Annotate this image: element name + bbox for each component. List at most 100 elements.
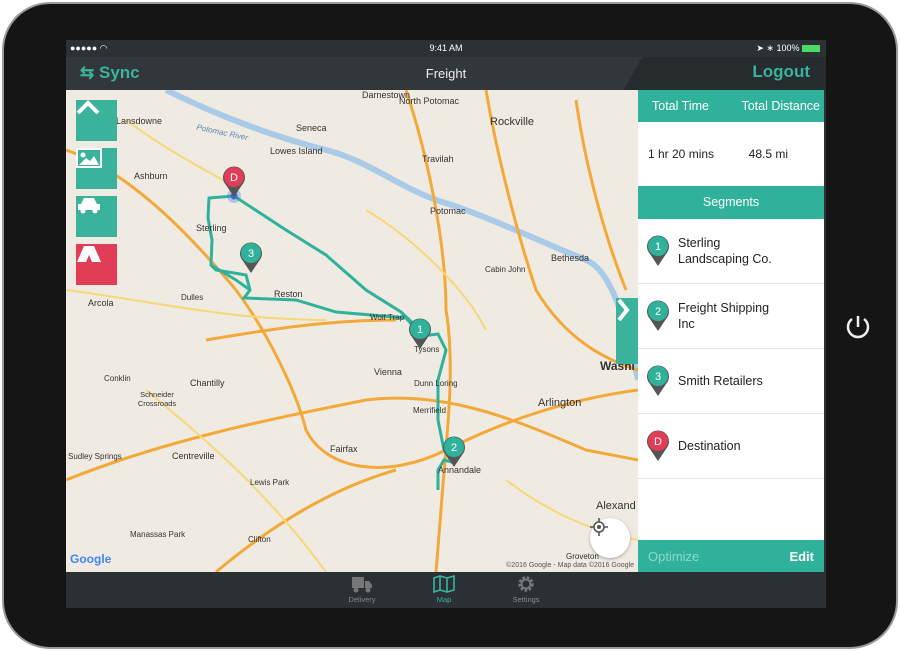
place-label: Clifton xyxy=(248,535,271,544)
segment-item[interactable]: D Destination xyxy=(638,414,824,479)
place-label: Lansdowne xyxy=(116,116,163,126)
totals-header: Total Time Total Distance xyxy=(638,90,824,122)
place-label: Cabin John xyxy=(485,265,526,274)
marker-label: 1 xyxy=(417,324,423,336)
map-view[interactable]: Darnestown North Potomac Rockville Lansd… xyxy=(66,90,638,572)
gear-icon xyxy=(518,576,534,592)
map-copyright: ©2016 Google - Map data ©2016 Google xyxy=(506,562,634,569)
place-label: Reston xyxy=(274,289,303,299)
roads xyxy=(66,119,638,572)
segment-marker-icon: 3 xyxy=(647,365,669,396)
place-label: Schneider Crossroads xyxy=(137,390,177,408)
marker-2[interactable]: 2 xyxy=(442,436,466,468)
marker-label: D xyxy=(230,172,238,184)
edit-button[interactable]: Edit xyxy=(789,549,814,564)
total-distance-label: Total Distance xyxy=(741,99,820,113)
total-time-label: Total Time xyxy=(652,99,709,113)
map-icon xyxy=(433,574,455,594)
route-panel: Total Time Total Distance 1 hr 20 mins 4… xyxy=(638,90,824,572)
total-time-value: 1 hr 20 mins xyxy=(648,147,715,161)
segment-marker-icon: 1 xyxy=(647,235,669,266)
crosshair-icon xyxy=(590,518,608,536)
place-label: Chantilly xyxy=(190,378,225,388)
segment-item[interactable]: 2 Freight Shipping Inc xyxy=(638,284,824,349)
place-label: Dunn Loring xyxy=(414,379,458,388)
place-label: Merrifield xyxy=(413,406,446,415)
page-title: Freight xyxy=(425,66,467,81)
segment-name: Smith Retailers xyxy=(678,374,763,388)
tab-bar: Delivery Map Settings xyxy=(66,572,826,608)
place-label: Arcola xyxy=(88,298,114,308)
place-label: Sudley Springs xyxy=(68,452,122,461)
place-label: Groveton xyxy=(566,552,599,561)
tab-map[interactable]: Map xyxy=(414,574,474,604)
collapse-button[interactable] xyxy=(76,100,117,141)
place-label: North Potomac xyxy=(399,96,460,106)
tab-label: Delivery xyxy=(348,595,376,604)
place-label: Lowes Island xyxy=(270,146,323,156)
chevron-up-icon xyxy=(76,100,100,115)
place-label: Centreville xyxy=(172,451,215,461)
place-label: Alexand xyxy=(596,500,636,512)
marker-destination[interactable]: D xyxy=(222,166,246,198)
segments-header: Segments xyxy=(638,186,824,219)
nav-bar: ⇆ Sync Freight Logout xyxy=(66,57,826,90)
place-label: Ashburn xyxy=(134,171,168,181)
satellite-button[interactable] xyxy=(76,148,117,189)
place-label: Vienna xyxy=(374,367,402,377)
segment-marker-icon: D xyxy=(647,430,669,461)
road-button[interactable] xyxy=(76,244,117,285)
traffic-button[interactable] xyxy=(76,196,117,237)
segment-marker-label: D xyxy=(654,436,662,448)
segment-item[interactable]: 3 Smith Retailers xyxy=(638,349,824,414)
battery-percent: 100% xyxy=(776,43,800,53)
place-label: Seneca xyxy=(296,123,327,133)
segment-item[interactable]: 1 Sterling Landscaping Co. xyxy=(638,219,824,284)
place-label: Bethesda xyxy=(551,253,590,263)
marker-1[interactable]: 1 xyxy=(408,318,432,350)
marker-label: 2 xyxy=(451,442,457,454)
place-label: Fairfax xyxy=(330,444,358,454)
logout-button[interactable]: Logout xyxy=(752,62,810,82)
tab-settings[interactable]: Settings xyxy=(496,575,556,604)
panel-footer: Optimize Edit xyxy=(638,540,824,572)
car-icon xyxy=(78,198,100,214)
tab-label: Map xyxy=(436,595,452,604)
my-location-button[interactable] xyxy=(590,518,630,558)
segment-name: Destination xyxy=(678,439,741,453)
expand-panel-button[interactable] xyxy=(616,298,638,364)
segment-marker-label: 1 xyxy=(655,241,661,253)
segment-name: Freight Shipping Inc xyxy=(678,301,770,331)
place-label: Rockville xyxy=(490,116,535,128)
highways xyxy=(66,90,638,572)
place-label: Conklin xyxy=(104,374,131,383)
road-icon xyxy=(77,246,101,262)
place-label: Travilah xyxy=(422,154,454,164)
place-label: Lewis Park xyxy=(250,478,290,487)
marker-3[interactable]: 3 xyxy=(239,242,263,274)
segment-marker-label: 2 xyxy=(655,306,661,318)
power-icon xyxy=(846,316,870,339)
segment-marker-icon: 2 xyxy=(647,300,669,331)
truck-icon xyxy=(352,577,372,593)
map-canvas xyxy=(66,90,638,572)
battery-icon xyxy=(802,45,820,53)
marker-label: 3 xyxy=(248,248,254,260)
tab-delivery[interactable]: Delivery xyxy=(332,575,392,604)
chevron-right-icon xyxy=(617,298,630,322)
place-label: Potomac xyxy=(430,206,466,216)
clock: 9:41 AM xyxy=(429,43,463,53)
screen: ●●●●● ◠ 9:41 AM ➤ ∗ 100% ⇆ Sync Freight … xyxy=(66,40,826,608)
place-label: Arlington xyxy=(538,397,582,409)
image-icon xyxy=(76,148,102,168)
battery: ➤ ∗ 100% xyxy=(756,43,820,54)
segment-name: Sterling Landscaping Co. xyxy=(678,236,772,266)
place-label: Wolf Trap xyxy=(370,313,405,322)
home-button[interactable] xyxy=(842,310,874,342)
optimize-button[interactable]: Optimize xyxy=(648,549,699,564)
place-label: Sterling xyxy=(196,223,227,233)
place-label: Dulles xyxy=(181,293,204,302)
total-distance-value: 48.5 mi xyxy=(748,147,788,161)
segment-marker-label: 3 xyxy=(655,371,661,383)
google-logo: Google xyxy=(70,552,112,566)
